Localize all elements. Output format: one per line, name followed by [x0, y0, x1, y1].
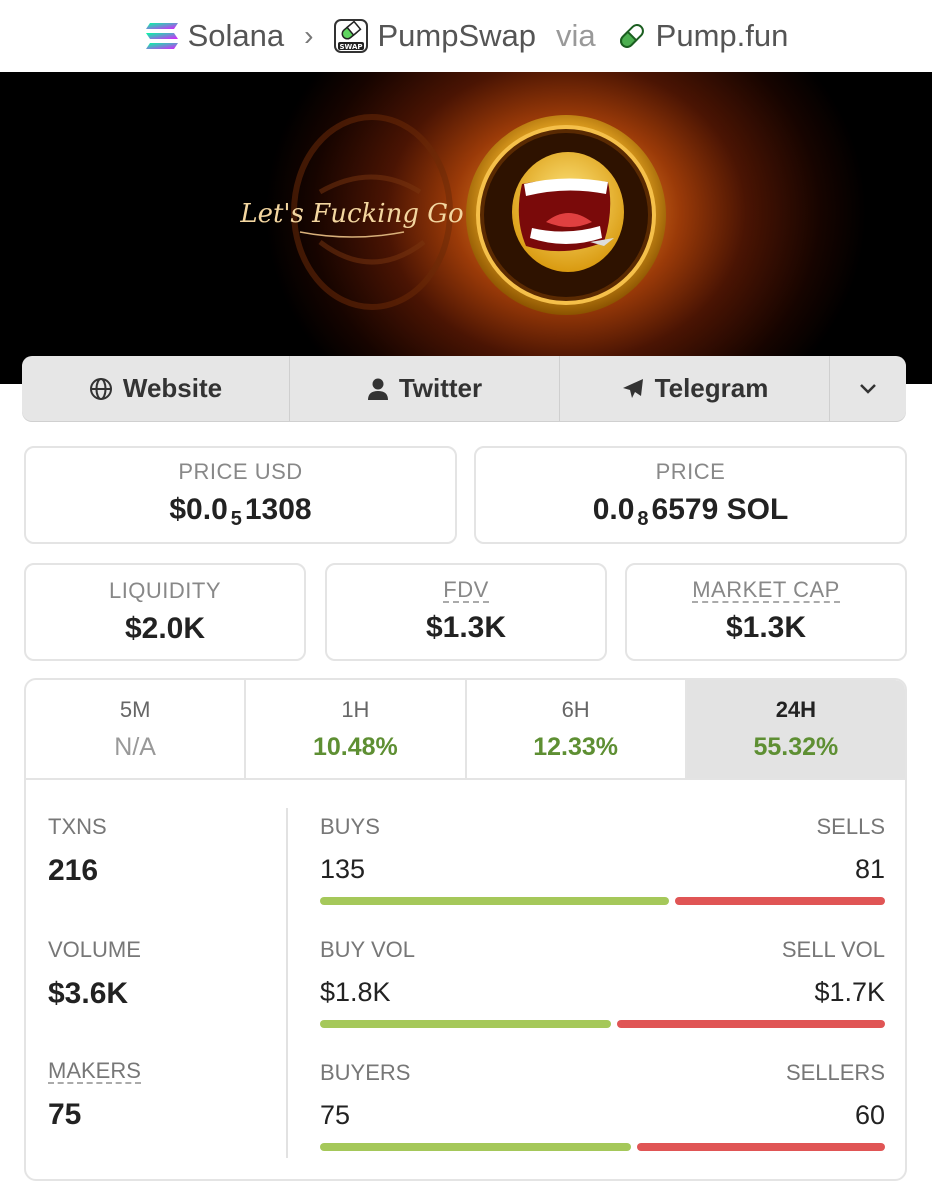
- makers-value: 75: [48, 1098, 82, 1131]
- timeframe-tabs: 5M N/A 1H 10.48% 6H 12.33% 24H 55.32%: [26, 680, 905, 780]
- liquidity-card: LIQUIDITY $2.0K: [24, 563, 306, 661]
- price-usd-value: $0.0 5 1308: [169, 493, 312, 530]
- sell-bar: [675, 897, 885, 905]
- breadcrumb-dex[interactable]: SWAP PumpSwap: [333, 18, 536, 54]
- price-usd-zero-count: 5: [230, 508, 242, 530]
- trading-stats-panel: 5M N/A 1H 10.48% 6H 12.33% 24H 55.32% TX…: [24, 678, 907, 1181]
- buys-label: BUYS: [320, 814, 380, 839]
- price-native-label: PRICE: [655, 459, 726, 484]
- website-button[interactable]: Website: [22, 356, 290, 421]
- tab-label: 6H: [561, 696, 590, 722]
- sells-label: SELLS: [816, 814, 886, 839]
- breadcrumb-chain[interactable]: Solana: [144, 18, 285, 54]
- via-label: via: [556, 18, 596, 53]
- makers-stat: MAKERS 75: [48, 1060, 141, 1132]
- breadcrumb-launchpad[interactable]: Pump.fun: [616, 18, 789, 54]
- sellers-value: 60: [854, 1100, 885, 1130]
- chain-name: Solana: [187, 18, 285, 53]
- launchpad-name: Pump.fun: [655, 18, 789, 53]
- sell-vol-bar: [617, 1020, 885, 1028]
- buyers-value: 75: [320, 1100, 351, 1130]
- price-usd-label: PRICE USD: [178, 459, 303, 484]
- chevron-right-icon: ›: [304, 20, 314, 51]
- sells-value: 81: [854, 854, 885, 884]
- price-native-zero-count: 8: [637, 508, 649, 530]
- telegram-button[interactable]: Telegram: [560, 356, 830, 421]
- buys-sells-pair: BUYS SELLS 135 81: [320, 814, 885, 905]
- twitter-label: Twitter: [398, 373, 483, 403]
- tab-change: 10.48%: [312, 732, 398, 761]
- tab-change: 55.32%: [753, 732, 839, 761]
- svg-text:SWAP: SWAP: [340, 43, 363, 51]
- chevron-down-icon: [860, 383, 876, 394]
- breadcrumb: Solana › SWAP PumpSwap via Pump.fun: [0, 0, 932, 72]
- banner-art: Let's Fucking Go: [239, 114, 666, 315]
- makers-label[interactable]: MAKERS: [48, 1060, 141, 1084]
- price-native-value: 0.0 8 6579 SOL: [592, 493, 789, 530]
- buyers-sellers-pair: BUYERS SELLERS 75 60: [320, 1060, 885, 1151]
- volume-value: $3.6K: [48, 977, 129, 1010]
- buy-bar: [320, 897, 669, 905]
- price-usd-card: PRICE USD $0.0 5 1308: [24, 446, 457, 544]
- paper-plane-icon: [622, 378, 643, 398]
- txns-value: 216: [48, 854, 99, 887]
- buys-value: 135: [320, 854, 366, 884]
- liquidity-label: LIQUIDITY: [108, 578, 222, 603]
- pumpswap-icon: SWAP: [334, 19, 369, 53]
- dex-name: PumpSwap: [377, 18, 537, 53]
- tab-24h[interactable]: 24H 55.32%: [686, 680, 905, 778]
- buy-sell-volume-bar: [320, 1020, 885, 1028]
- fdv-label[interactable]: FDV: [443, 579, 489, 603]
- tab-1h[interactable]: 1H 10.48%: [246, 680, 467, 778]
- tab-6h[interactable]: 6H 12.33%: [467, 680, 687, 778]
- tab-5m[interactable]: 5M N/A: [26, 680, 247, 778]
- stats-divider: [286, 808, 288, 1158]
- txns-stat: TXNS 216: [48, 814, 107, 888]
- more-links-button[interactable]: [830, 356, 906, 421]
- user-icon: [367, 378, 388, 400]
- volume-label: VOLUME: [48, 937, 141, 962]
- market-cap-value: $1.3K: [725, 611, 807, 644]
- sell-vol-value: $1.7K: [814, 977, 885, 1007]
- sell-vol-label: SELL VOL: [781, 937, 885, 962]
- solana-icon: [145, 23, 178, 49]
- price-native-card: PRICE 0.0 8 6579 SOL: [474, 446, 907, 544]
- telegram-label: Telegram: [654, 373, 769, 403]
- token-banner: Let's Fucking Go: [0, 72, 932, 384]
- volume-stat: VOLUME $3.6K: [48, 937, 141, 1011]
- buy-vol-value: $1.8K: [320, 977, 391, 1007]
- market-cap-card[interactable]: MARKET CAP $1.3K: [625, 563, 907, 661]
- website-label: Website: [122, 373, 223, 403]
- liquidity-value: $2.0K: [124, 612, 206, 645]
- banner-tagline: Let's Fucking Go: [239, 199, 463, 229]
- twitter-button[interactable]: Twitter: [290, 356, 560, 421]
- buy-vol-label: BUY VOL: [320, 937, 415, 962]
- fdv-value: $1.3K: [425, 611, 507, 644]
- social-links-bar: Website Twitter Telegram: [22, 356, 906, 421]
- buyers-bar: [320, 1143, 631, 1151]
- txns-label: TXNS: [48, 814, 107, 839]
- tab-change: N/A: [114, 732, 156, 761]
- tab-label: 5M: [119, 696, 151, 722]
- buyers-label: BUYERS: [320, 1060, 411, 1085]
- sellers-bar: [637, 1143, 885, 1151]
- buyers-sellers-bar: [320, 1143, 885, 1151]
- globe-icon: [89, 377, 112, 400]
- sellers-label: SELLERS: [785, 1060, 885, 1085]
- fdv-card[interactable]: FDV $1.3K: [325, 563, 607, 661]
- pill-icon: [619, 24, 644, 48]
- tab-label: 1H: [341, 696, 370, 722]
- tab-label: 24H: [775, 696, 817, 722]
- buys-sells-bar: [320, 897, 885, 905]
- market-cap-label[interactable]: MARKET CAP: [692, 579, 840, 603]
- tab-change: 12.33%: [533, 732, 619, 761]
- buy-vol-bar: [320, 1020, 611, 1028]
- buy-sell-volume-pair: BUY VOL SELL VOL $1.8K $1.7K: [320, 937, 885, 1028]
